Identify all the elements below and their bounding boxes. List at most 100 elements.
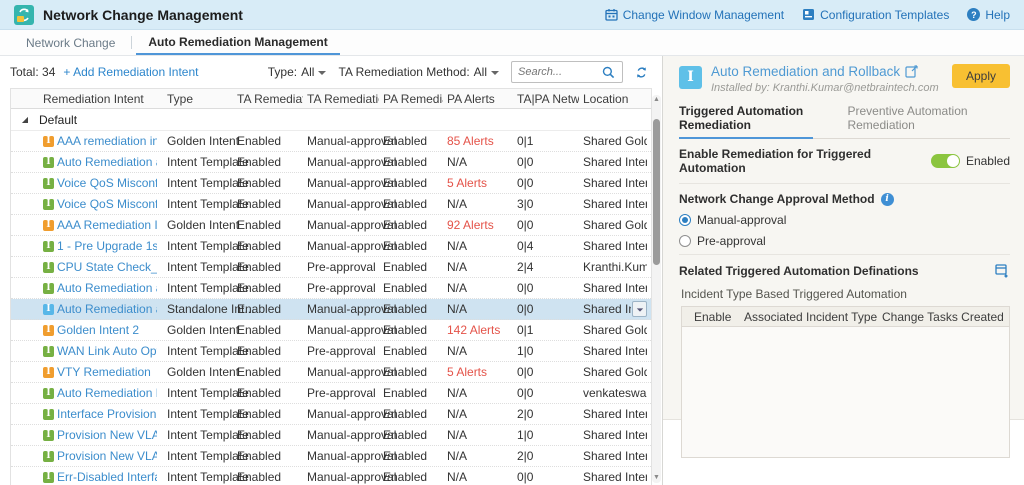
table-row[interactable]: I AAA remediation interface Golden Inten… — [11, 131, 651, 152]
column-pa-alerts[interactable]: PA Alerts — [443, 92, 513, 106]
add-definition-icon[interactable] — [995, 264, 1010, 278]
pa-alerts-cell[interactable]: N/A — [443, 281, 513, 295]
table-row[interactable]: I Provision New VLAN Intent Template Ena… — [11, 446, 651, 467]
search-input[interactable] — [518, 66, 602, 78]
location-label: Shared Intents... — [583, 407, 647, 421]
table-row[interactable]: I Auto Remediation and Ro... Standalone … — [11, 299, 651, 320]
pa-alerts-cell[interactable]: N/A — [443, 407, 513, 421]
refresh-icon[interactable] — [635, 66, 648, 79]
info-icon[interactable]: i — [881, 193, 894, 206]
auto-remediation-panel: I Auto Remediation and Rollback Installe… — [663, 56, 1024, 420]
table-row[interactable]: I AAA Remediation Intent - ... Golden In… — [11, 215, 651, 236]
pa-alerts-cell[interactable]: 85 Alerts — [443, 134, 513, 148]
pa-alerts-cell[interactable]: N/A — [443, 470, 513, 484]
help-link[interactable]: ? Help — [967, 8, 1010, 22]
table-row[interactable]: I 1 - Pre Upgrade 1st - Valid... Intent … — [11, 236, 651, 257]
apply-button[interactable]: Apply — [952, 64, 1010, 88]
radio-selected-icon[interactable] — [679, 214, 691, 226]
intent-name-link[interactable]: Auto Remediation and Ro... — [57, 281, 157, 295]
location-cell: Shared Intents... — [579, 428, 651, 442]
collapse-triangle-icon[interactable]: ◢ — [11, 115, 39, 124]
pa-alerts-cell[interactable]: N/A — [443, 449, 513, 463]
column-ta-remediation[interactable]: TA Remediatio... — [233, 92, 303, 106]
intent-name-link[interactable]: Auto Remediation and Ro... — [57, 302, 157, 316]
column-ta-remediation-method[interactable]: TA Remediatio... — [303, 92, 379, 106]
pa-alerts-cell[interactable]: N/A — [443, 344, 513, 358]
table-scrollbar[interactable]: ▲ ▼ — [652, 95, 661, 483]
table-row[interactable]: I Provision New VLAN and ... Intent Temp… — [11, 425, 651, 446]
column-tapa-network[interactable]: TA|PA Networ... — [513, 92, 579, 106]
configuration-templates-link[interactable]: Configuration Templates — [802, 8, 949, 22]
column-associated-incident-type: Associated Incident Type — [744, 310, 882, 324]
pre-approval-option[interactable]: Pre-approval — [679, 234, 1010, 248]
table-row[interactable]: I Auto Remediation and Ro... Intent Temp… — [11, 278, 651, 299]
table-row[interactable]: I Interface Provisioning Util... Intent … — [11, 404, 651, 425]
ta-method-filter-dropdown[interactable]: TA Remediation Method: All — [338, 65, 499, 79]
pa-remediation-cell: Enabled — [379, 323, 443, 337]
intent-name-link[interactable]: CPU State Check_SNOW — [57, 260, 157, 274]
table-row[interactable]: I Err-Disabled Interface Ch... Intent Te… — [11, 467, 651, 485]
scroll-up-arrow[interactable]: ▲ — [652, 95, 661, 105]
pa-alerts-cell[interactable]: N/A — [443, 428, 513, 442]
pa-remediation-cell: Enabled — [379, 449, 443, 463]
tapa-network-cell: 0|0 — [513, 302, 579, 316]
pa-alerts-cell[interactable]: 5 Alerts — [443, 176, 513, 190]
pa-alerts-cell[interactable]: 142 Alerts — [443, 323, 513, 337]
tab-auto-remediation-management[interactable]: Auto Remediation Management — [136, 30, 339, 55]
column-type[interactable]: Type — [163, 92, 233, 106]
intent-name-link[interactable]: Provision New VLAN and ... — [57, 428, 157, 442]
tab-triggered-automation-remediation[interactable]: Triggered Automation Remediation — [679, 104, 813, 139]
change-window-management-link[interactable]: Change Window Management — [605, 8, 784, 22]
pa-remediation-cell: Enabled — [379, 428, 443, 442]
add-remediation-intent-button[interactable]: + Add Remediation Intent — [63, 65, 198, 79]
pa-alerts-cell[interactable]: N/A — [443, 302, 513, 316]
manual-approval-option[interactable]: Manual-approval — [679, 213, 1010, 227]
table-row[interactable]: I Voice QoS Misconfigurati... Intent Tem… — [11, 173, 651, 194]
pa-alerts-cell[interactable]: N/A — [443, 386, 513, 400]
intent-name-link[interactable]: Err-Disabled Interface Ch... — [57, 470, 157, 484]
enable-remediation-toggle[interactable] — [931, 154, 960, 168]
table-row[interactable]: I Golden Intent 2 Golden Intent Enabled … — [11, 320, 651, 341]
intent-name-link[interactable]: VTY Remediation — [57, 365, 151, 379]
pa-alerts-cell[interactable]: N/A — [443, 155, 513, 169]
location-cell: Shared Intents... — [579, 176, 651, 190]
intent-name-link[interactable]: Golden Intent 2 — [57, 323, 139, 337]
table-row[interactable]: I Auto Remediation Demo Intent Template … — [11, 383, 651, 404]
location-dropdown-button[interactable] — [632, 301, 647, 317]
table-row[interactable]: I CPU State Check_SNOW Intent Template E… — [11, 257, 651, 278]
intent-name-link[interactable]: Interface Provisioning Util... — [57, 407, 157, 421]
pa-alerts-cell[interactable]: N/A — [443, 197, 513, 211]
intent-name-link[interactable]: Auto Remediation and Ro... — [57, 155, 157, 169]
pa-alerts-cell[interactable]: 5 Alerts — [443, 365, 513, 379]
tab-preventive-automation-remediation[interactable]: Preventive Automation Remediation — [847, 104, 976, 138]
scroll-down-arrow[interactable]: ▼ — [652, 473, 661, 483]
pa-alerts-cell[interactable]: N/A — [443, 260, 513, 274]
type-filter-dropdown[interactable]: Type: All — [268, 65, 327, 79]
type-cell: Intent Template — [163, 260, 233, 274]
intent-name-link[interactable]: Voice QoS Misconfigurati... — [57, 176, 157, 190]
open-document-icon[interactable] — [905, 65, 918, 78]
pa-alerts-cell[interactable]: N/A — [443, 239, 513, 253]
table-row[interactable]: I VTY Remediation Golden Intent Enabled … — [11, 362, 651, 383]
intent-name-link[interactable]: 1 - Pre Upgrade 1st - Valid... — [57, 239, 157, 253]
intent-name-link[interactable]: AAA remediation interface — [57, 134, 157, 148]
table-row[interactable]: I Voice QoS Misconfigurati... Intent Tem… — [11, 194, 651, 215]
intent-name-link[interactable]: AAA Remediation Intent - ... — [57, 218, 157, 232]
table-row[interactable]: I Auto Remediation and Ro... Intent Temp… — [11, 152, 651, 173]
radio-unselected-icon[interactable] — [679, 235, 691, 247]
intent-name-link[interactable]: Provision New VLAN — [57, 449, 157, 463]
search-box[interactable] — [511, 61, 623, 83]
table-row[interactable]: I WAN Link Auto Optimizati... Intent Tem… — [11, 341, 651, 362]
intent-name-link[interactable]: Voice QoS Misconfigurati... — [57, 197, 157, 211]
intent-name-link[interactable]: Auto Remediation Demo — [57, 386, 157, 400]
tab-network-change[interactable]: Network Change — [14, 30, 127, 55]
location-label: Shared Intents... — [583, 239, 647, 253]
pa-alerts-cell[interactable]: 92 Alerts — [443, 218, 513, 232]
group-row-default[interactable]: ◢ Default — [11, 109, 651, 131]
column-location[interactable]: Location — [579, 92, 651, 106]
column-pa-remediation[interactable]: PA Remediatio... — [379, 92, 443, 106]
search-icon[interactable] — [602, 66, 615, 79]
intent-name-link[interactable]: WAN Link Auto Optimizati... — [57, 344, 157, 358]
column-remediation-intent[interactable]: Remediation Intent — [39, 92, 163, 106]
scrollbar-thumb[interactable] — [653, 119, 660, 265]
